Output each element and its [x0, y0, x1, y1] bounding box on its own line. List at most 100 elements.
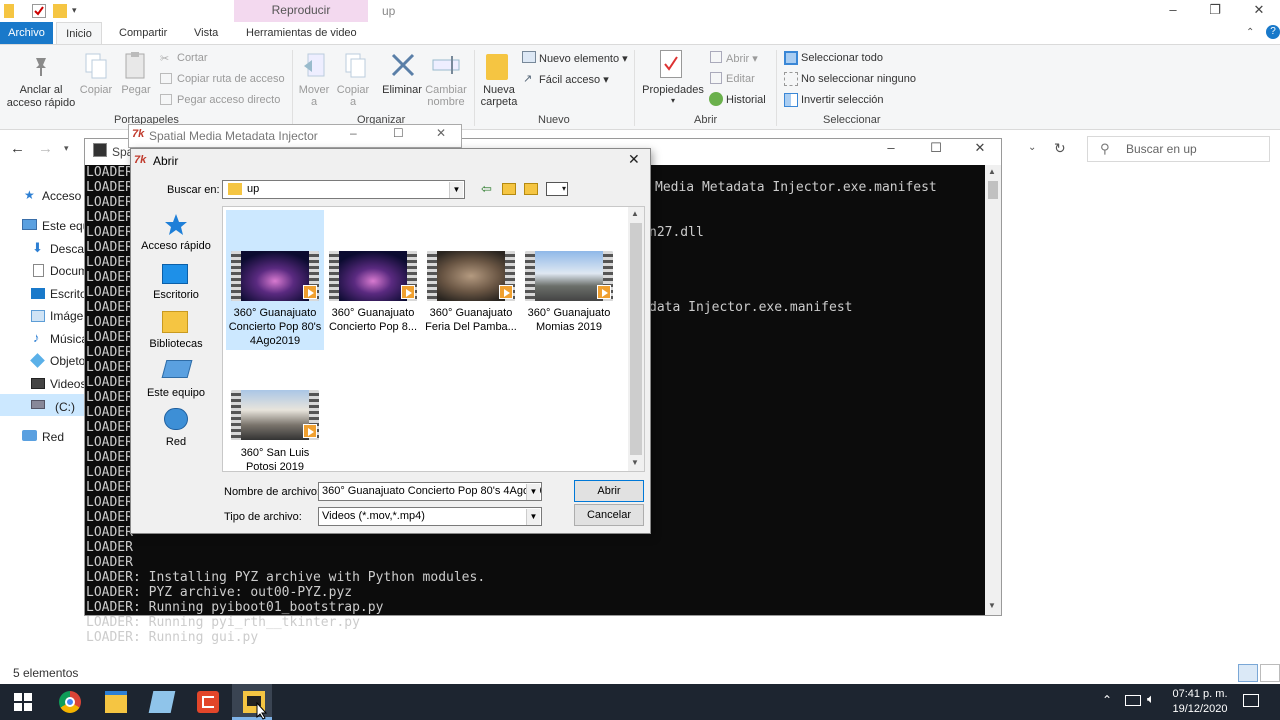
help-icon[interactable]: ? — [1266, 25, 1280, 39]
scroll-thumb[interactable] — [630, 223, 642, 455]
large-icons-view-icon[interactable] — [1260, 664, 1280, 682]
filename-input[interactable]: 360° Guanajuato Concierto Pop 80's 4Ago2… — [318, 482, 542, 501]
scroll-up-icon[interactable]: ▲ — [631, 209, 639, 218]
recent-locations-icon[interactable]: ▾ — [64, 143, 69, 154]
filetype-value: Videos (*.mov,*.mp4) — [322, 510, 425, 522]
select-all-button[interactable]: Seleccionar todo — [801, 52, 883, 64]
up-folder-icon[interactable] — [502, 183, 516, 195]
console-scrollbar[interactable]: ▲ ▼ — [985, 165, 1001, 615]
minimize-button[interactable]: – — [1150, 0, 1196, 22]
new-folder-button[interactable]: Nueva carpeta — [478, 84, 520, 108]
new-folder-qat-icon[interactable] — [53, 4, 67, 18]
easy-access-button[interactable]: Fácil acceso ▾ — [539, 73, 609, 86]
look-in-select[interactable]: up ▼ — [222, 180, 465, 199]
nav-music[interactable]: Música — [50, 332, 88, 346]
back-folder-icon[interactable]: ⇦ — [481, 181, 492, 197]
properties-qat-icon[interactable] — [32, 4, 46, 18]
pin-quick-access-button[interactable]: Anclar al acceso rápido — [4, 84, 78, 110]
back-arrow-icon[interactable]: ← — [10, 140, 25, 157]
chevron-down-icon[interactable]: ▼ — [526, 484, 540, 500]
refresh-icon[interactable]: ↻ — [1054, 140, 1066, 157]
python-idle-icon[interactable] — [148, 691, 176, 713]
open-ribbon-button[interactable]: Abrir ▾ — [726, 52, 758, 65]
cancel-button[interactable]: Cancelar — [574, 504, 644, 526]
place-desktop[interactable]: Escritorio — [136, 289, 216, 301]
smmi-maximize-button[interactable]: ☐ — [393, 126, 404, 140]
notifications-icon[interactable] — [1243, 694, 1259, 707]
console-scroll-down-icon[interactable]: ▼ — [988, 601, 996, 610]
delete-button[interactable]: Eliminar — [380, 84, 424, 96]
place-quick-access[interactable]: Acceso rápido — [136, 240, 216, 252]
file-list-scrollbar[interactable]: ▲ ▼ — [628, 207, 644, 471]
nav-downloads[interactable]: Descar — [50, 242, 88, 256]
forward-arrow-icon[interactable]: → — [38, 140, 53, 157]
nav-objects[interactable]: Objeto — [50, 354, 85, 368]
chrome-icon[interactable] — [59, 691, 81, 713]
nav-desktop[interactable]: Escrito — [50, 287, 87, 301]
details-view-icon[interactable] — [1238, 664, 1258, 682]
pin-icon — [30, 54, 52, 78]
scroll-down-icon[interactable]: ▼ — [631, 458, 639, 467]
chevron-down-icon[interactable]: ▼ — [526, 509, 540, 525]
console-scroll-up-icon[interactable]: ▲ — [988, 167, 996, 176]
download-icon: ⬇ — [32, 240, 43, 255]
copy-to-button[interactable]: Copiar a — [335, 84, 371, 108]
windows-start-icon[interactable] — [14, 693, 32, 711]
history-button[interactable]: Historial — [726, 94, 766, 106]
console-minimize-button[interactable]: – — [868, 138, 914, 162]
edit-button[interactable]: Editar — [726, 73, 755, 85]
nav-quick-access[interactable]: Acceso r — [42, 189, 89, 203]
qat-dropdown-icon[interactable]: ▾ — [72, 5, 77, 16]
nav-network[interactable]: Red — [42, 430, 64, 444]
battery-icon[interactable] — [1125, 695, 1141, 706]
collapse-ribbon-icon[interactable]: ⌃ — [1246, 27, 1254, 38]
tray-chevron-icon[interactable]: ⌃ — [1102, 693, 1112, 707]
invert-selection-button[interactable]: Invertir selección — [801, 94, 884, 106]
tab-inicio[interactable]: Inicio — [56, 22, 102, 44]
console-maximize-button[interactable]: ☐ — [913, 138, 959, 162]
place-libraries[interactable]: Bibliotecas — [136, 338, 216, 350]
move-to-button[interactable]: Mover a — [296, 84, 332, 108]
copy-button[interactable]: Copiar — [78, 84, 114, 96]
new-folder-dialog-icon[interactable] — [524, 183, 538, 195]
open-button[interactable]: Abrir — [574, 480, 644, 502]
console-close-button[interactable]: ✕ — [957, 138, 1003, 162]
search-input[interactable]: Buscar en up — [1087, 136, 1270, 162]
place-this-pc[interactable]: Este equipo — [136, 387, 216, 399]
tab-archivo[interactable]: Archivo — [0, 22, 53, 44]
close-button[interactable]: ✕ — [1236, 0, 1280, 22]
select-none-button[interactable]: No seleccionar ninguno — [801, 73, 916, 85]
nav-drive-c[interactable]: (C:) — [55, 400, 75, 414]
file-explorer-taskbar-icon[interactable] — [105, 691, 127, 713]
cut-button[interactable]: Cortar — [177, 52, 208, 64]
file-name-line: 360° San Luis — [240, 447, 310, 459]
nav-this-pc[interactable]: Este equ — [42, 219, 89, 233]
smmi-minimize-button[interactable]: – — [350, 126, 357, 140]
nav-videos[interactable]: Videos — [50, 377, 86, 391]
new-item-button[interactable]: Nuevo elemento ▾ — [539, 52, 628, 65]
maximize-button[interactable]: ❐ — [1192, 0, 1238, 22]
filetype-select[interactable]: Videos (*.mov,*.mp4) ▼ — [318, 507, 542, 526]
address-dropdown-icon[interactable]: ⌄ — [1028, 142, 1036, 153]
paste-button[interactable]: Pegar — [118, 84, 154, 96]
properties-button[interactable]: Propiedades ▾ — [640, 84, 706, 105]
copy-path-button[interactable]: Copiar ruta de acceso — [177, 73, 285, 85]
tab-herramientas-video[interactable]: Herramientas de video — [236, 22, 367, 44]
rename-button[interactable]: Cambiar nombre — [424, 84, 468, 108]
nav-documents[interactable]: Docum — [50, 264, 88, 278]
tab-vista[interactable]: Vista — [184, 22, 228, 44]
smmi-close-button[interactable]: ✕ — [436, 126, 446, 140]
console-scroll-thumb[interactable] — [988, 181, 998, 199]
place-network[interactable]: Red — [136, 436, 216, 448]
tab-compartir[interactable]: Compartir — [109, 22, 177, 44]
cut-icon: ✂ — [160, 53, 170, 65]
paste-shortcut-button[interactable]: Pegar acceso directo — [177, 94, 280, 106]
chevron-down-icon[interactable]: ▼ — [449, 182, 463, 198]
volume-icon[interactable]: 🔈︎ — [1147, 691, 1155, 707]
dialog-close-button[interactable]: ✕ — [628, 151, 640, 168]
app-icon[interactable] — [197, 691, 219, 713]
taskbar-clock[interactable]: 07:41 p. m. 19/12/2020 — [1168, 687, 1232, 717]
ribbon-separator — [474, 50, 475, 126]
ribbon-separator — [776, 50, 777, 126]
view-menu-icon[interactable]: ▾ — [546, 182, 568, 196]
